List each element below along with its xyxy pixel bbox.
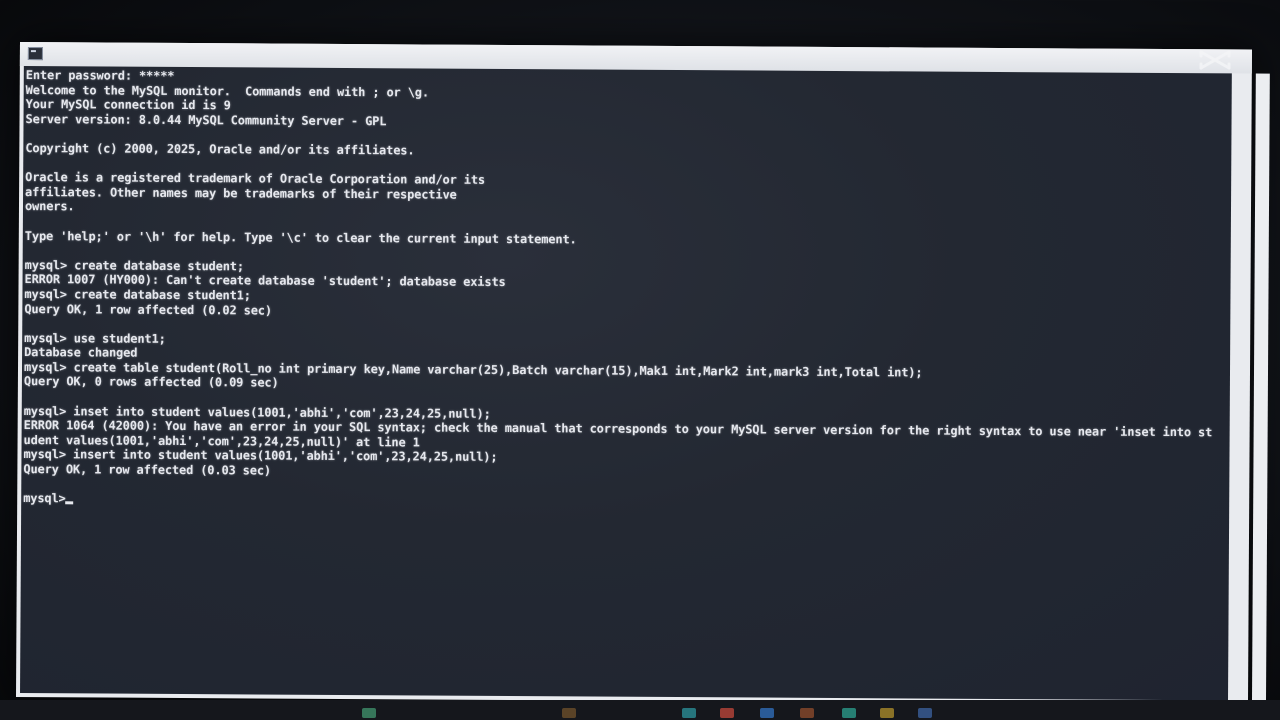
taskbar-app-icon[interactable]: [362, 708, 376, 718]
terminal-window[interactable]: Enter password: ***** Welcome to the MySQ…: [20, 66, 1232, 701]
taskbar-app-icon[interactable]: [682, 708, 696, 718]
taskbar-app-icon[interactable]: [562, 708, 576, 718]
capcut-logo-icon: [1199, 50, 1231, 70]
taskbar-app-icon[interactable]: [760, 708, 774, 718]
prompt-text: mysql>: [23, 491, 66, 506]
taskbar-app-icon[interactable]: [880, 708, 894, 718]
taskbar-app-icon[interactable]: [720, 708, 734, 718]
terminal-output: Enter password: ***** Welcome to the MySQ…: [21, 66, 1232, 513]
taskbar: [0, 700, 1280, 720]
monitor-screen: Enter password: ***** Welcome to the MySQ…: [15, 42, 1270, 705]
taskbar-app-icon[interactable]: [800, 708, 814, 718]
cursor: [65, 501, 74, 505]
taskbar-app-icon[interactable]: [842, 708, 856, 718]
command-prompt-icon: [27, 47, 43, 61]
taskbar-app-icon[interactable]: [918, 708, 932, 718]
